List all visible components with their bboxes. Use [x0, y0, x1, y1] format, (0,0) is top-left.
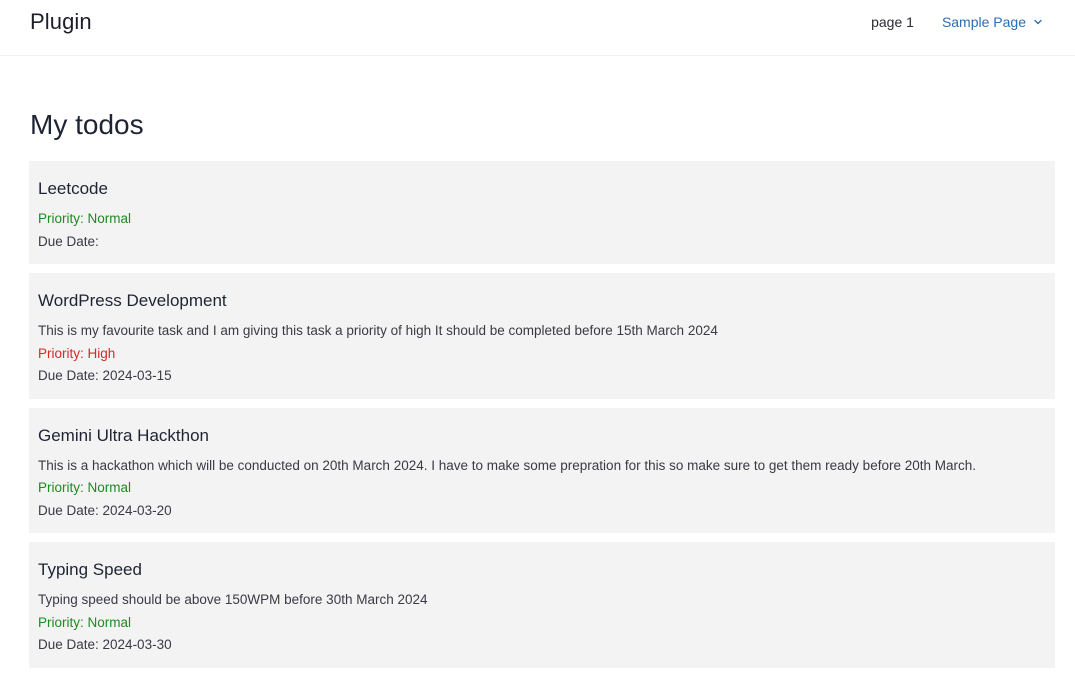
todo-description: This is my favourite task and I am givin…	[38, 323, 718, 338]
todo-item: WordPress Development This is my favouri…	[29, 273, 1055, 399]
todo-title: Typing Speed	[38, 560, 142, 579]
todo-priority: Priority: High	[38, 345, 116, 361]
todo-item: Typing Speed Typing speed should be abov…	[29, 542, 1055, 668]
todo-title: Gemini Ultra Hackthon	[38, 425, 210, 445]
todo-priority: Priority: Normal	[38, 480, 132, 495]
todo-description: This is a hackathon which will be conduc…	[38, 457, 976, 473]
site-title-link[interactable]: Plugin	[30, 9, 92, 35]
todo-due-date: Due Date: 2024-03-15	[38, 368, 172, 383]
nav-item-sample-page-label: Sample Page	[941, 14, 1026, 30]
nav-item-sample-page[interactable]: Sample Page	[942, 14, 1043, 30]
todo-item: Leetcode Priority: Normal Due Date:	[29, 161, 1055, 264]
todo-list: Leetcode Priority: Normal Due Date: Word…	[29, 161, 1055, 668]
primary-nav: page 1 Sample Page	[871, 14, 1043, 30]
chevron-down-icon[interactable]	[1033, 17, 1043, 27]
main-content: My todos Leetcode Priority: Normal Due D…	[29, 104, 1055, 677]
todo-title: WordPress Development	[38, 291, 227, 310]
nav-item-page-1[interactable]: page 1	[871, 14, 914, 30]
todo-due-date: Due Date: 2024-03-30	[38, 637, 172, 652]
todo-item: Gemini Ultra Hackthon This is a hackatho…	[29, 407, 1055, 533]
todo-priority: Priority: Normal	[38, 614, 132, 630]
todo-description: Typing speed should be above 150WPM befo…	[38, 592, 428, 607]
site-header: Plugin page 1 Sample Page	[0, 0, 1075, 56]
todo-title: Leetcode	[38, 179, 108, 198]
todo-due-date: Due Date:	[38, 233, 99, 249]
page-title: My todos	[30, 109, 144, 140]
todo-due-date: Due Date: 2024-03-20	[38, 502, 172, 518]
todo-priority: Priority: Normal	[38, 211, 132, 226]
